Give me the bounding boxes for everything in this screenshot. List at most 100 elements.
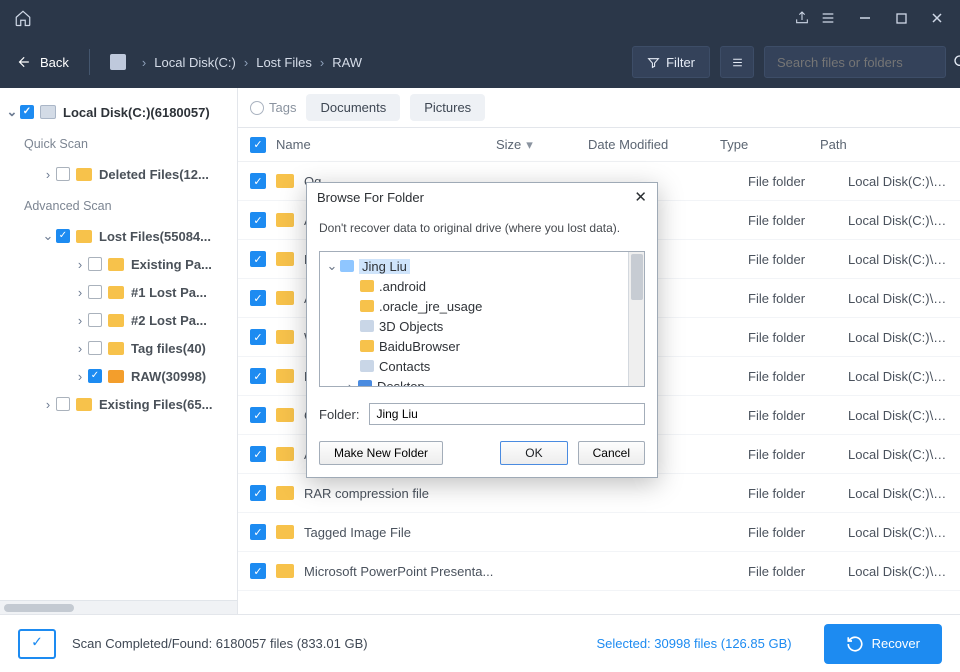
tree-item[interactable]: BaiduBrowser xyxy=(320,336,644,356)
expand-icon[interactable]: › xyxy=(74,285,86,300)
tree-item[interactable]: Contacts xyxy=(320,356,644,376)
tree-item[interactable]: 3D Objects xyxy=(320,316,644,336)
tree-item-pack2[interactable]: › #2 Lost Pa... xyxy=(0,306,237,334)
expand-icon[interactable]: › xyxy=(42,167,54,182)
tree-item[interactable]: .oracle_jre_usage xyxy=(320,296,644,316)
checkbox[interactable] xyxy=(250,368,266,384)
checkbox[interactable] xyxy=(88,369,102,383)
checkbox[interactable] xyxy=(20,105,34,119)
file-type: File folder xyxy=(748,369,848,384)
file-type: File folder xyxy=(748,408,848,423)
footer: Scan Completed/Found: 6180057 files (833… xyxy=(0,614,960,672)
tree-item-raw[interactable]: › RAW(30998) xyxy=(0,362,237,390)
minimize-button[interactable] xyxy=(850,4,880,32)
view-list-button[interactable] xyxy=(720,46,754,78)
col-size[interactable]: Size▾ xyxy=(496,137,588,153)
disk-icon xyxy=(40,105,56,119)
crumb-item[interactable]: Local Disk(C:) xyxy=(154,55,236,70)
tree-item-user[interactable]: ⌄ Jing Liu xyxy=(320,256,644,276)
close-button[interactable] xyxy=(922,4,952,32)
checkbox[interactable] xyxy=(88,285,102,299)
collapse-icon[interactable]: ⌄ xyxy=(6,104,18,120)
close-icon[interactable]: ✕ xyxy=(634,188,647,206)
selection-status: Selected: 30998 files (126.85 GB) xyxy=(596,636,791,651)
folder-tree[interactable]: ⌄ Jing Liu .android .oracle_jre_usage 3D… xyxy=(319,251,645,387)
col-path[interactable]: Path xyxy=(820,137,948,152)
file-path: Local Disk(C:)\Lost F... xyxy=(848,564,948,579)
tree-item-existing-files[interactable]: › Existing Files(65... xyxy=(0,390,237,418)
crumb-item[interactable]: RAW xyxy=(332,55,362,70)
search-icon[interactable] xyxy=(953,54,960,70)
tree-item[interactable]: .android xyxy=(320,276,644,296)
checkbox[interactable] xyxy=(250,485,266,501)
recover-button[interactable]: Recover xyxy=(824,624,942,664)
checkbox[interactable] xyxy=(250,524,266,540)
tree-item-existing-pa[interactable]: › Existing Pa... xyxy=(0,250,237,278)
table-row[interactable]: Microsoft PowerPoint Presenta...File fol… xyxy=(238,552,960,591)
expand-icon[interactable]: › xyxy=(42,397,54,412)
tab-pictures[interactable]: Pictures xyxy=(410,94,485,121)
share-icon[interactable] xyxy=(794,10,810,26)
scrollbar-vertical[interactable] xyxy=(628,252,644,386)
make-new-folder-button[interactable]: Make New Folder xyxy=(319,441,443,465)
checkbox[interactable] xyxy=(88,341,102,355)
checkbox[interactable] xyxy=(250,407,266,423)
folder-icon xyxy=(276,564,294,578)
expand-icon[interactable]: › xyxy=(74,257,86,272)
tree-item-lost[interactable]: ⌄ Lost Files(55084... xyxy=(0,222,237,250)
file-path: Local Disk(C:)\Lost F... xyxy=(848,525,948,540)
menu-icon[interactable] xyxy=(820,10,836,26)
checkbox[interactable] xyxy=(250,173,266,189)
contacts-icon xyxy=(360,360,374,372)
expand-icon[interactable]: › xyxy=(74,341,86,356)
checkbox[interactable] xyxy=(250,290,266,306)
tree-item-tag[interactable]: › Tag files(40) xyxy=(0,334,237,362)
select-all-checkbox[interactable] xyxy=(250,137,266,153)
tab-documents[interactable]: Documents xyxy=(306,94,400,121)
expand-icon[interactable]: › xyxy=(74,313,86,328)
col-type[interactable]: Type xyxy=(720,137,820,152)
scrollbar-horizontal[interactable] xyxy=(0,600,237,614)
sidebar: ⌄ Local Disk(C:)(6180057) Quick Scan › D… xyxy=(0,88,238,614)
folder-icon xyxy=(276,291,294,305)
crumb-item[interactable]: Lost Files xyxy=(256,55,312,70)
maximize-button[interactable] xyxy=(886,4,916,32)
table-row[interactable]: RAR compression fileFile folderLocal Dis… xyxy=(238,474,960,513)
checkbox[interactable] xyxy=(88,313,102,327)
checkbox[interactable] xyxy=(250,212,266,228)
tree-label: Existing Files(65... xyxy=(99,397,212,412)
folder-icon xyxy=(276,486,294,500)
checkbox[interactable] xyxy=(250,446,266,462)
checkbox[interactable] xyxy=(56,397,70,411)
dialog-title-bar[interactable]: Browse For Folder ✕ xyxy=(307,183,657,211)
search-input[interactable] xyxy=(777,55,953,70)
checkbox[interactable] xyxy=(250,251,266,267)
col-date[interactable]: Date Modified xyxy=(588,137,720,152)
table-row[interactable]: Tagged Image FileFile folderLocal Disk(C… xyxy=(238,513,960,552)
checkbox[interactable] xyxy=(56,229,70,243)
tree-item-desktop[interactable]: ›Desktop xyxy=(320,376,644,387)
collapse-icon[interactable]: ⌄ xyxy=(326,258,338,274)
back-button[interactable]: Back xyxy=(14,55,69,70)
tree-root[interactable]: ⌄ Local Disk(C:)(6180057) xyxy=(0,98,237,126)
filter-button[interactable]: Filter xyxy=(632,46,710,78)
chevron-right-icon: › xyxy=(244,55,248,70)
expand-icon[interactable]: › xyxy=(74,369,86,384)
folder-input[interactable] xyxy=(369,403,645,425)
home-icon[interactable] xyxy=(14,9,32,27)
breadcrumb[interactable]: › Local Disk(C:) › Lost Files › RAW xyxy=(110,54,362,70)
expand-icon[interactable]: › xyxy=(344,379,356,388)
collapse-icon[interactable]: ⌄ xyxy=(42,228,54,244)
checkbox[interactable] xyxy=(250,563,266,579)
checkbox[interactable] xyxy=(250,329,266,345)
folder-icon xyxy=(276,213,294,227)
checkbox[interactable] xyxy=(56,167,70,181)
tree-item-deleted[interactable]: › Deleted Files(12... xyxy=(0,160,237,188)
tree-item-pack1[interactable]: › #1 Lost Pa... xyxy=(0,278,237,306)
cancel-button[interactable]: Cancel xyxy=(578,441,645,465)
col-name[interactable]: Name xyxy=(276,137,496,152)
folder-icon xyxy=(276,252,294,266)
ok-button[interactable]: OK xyxy=(500,441,567,465)
search-box[interactable] xyxy=(764,46,946,78)
checkbox[interactable] xyxy=(88,257,102,271)
